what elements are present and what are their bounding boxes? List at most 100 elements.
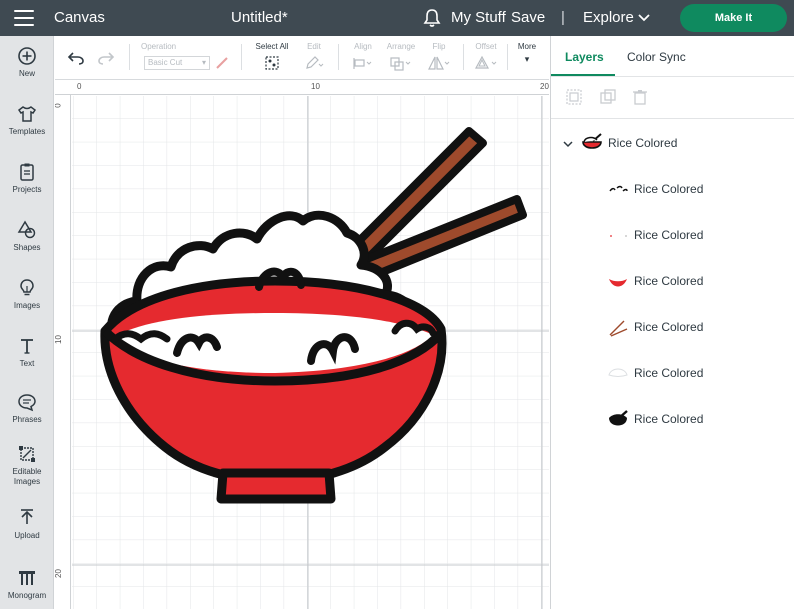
redo-icon[interactable]: [97, 51, 115, 65]
select-all-label: Select All: [255, 42, 289, 51]
layer-name: Rice Colored: [634, 366, 704, 380]
rail-item-phrases[interactable]: Phrases: [0, 392, 54, 425]
rail-label: Monogram: [7, 591, 47, 600]
tab-layers[interactable]: Layers: [565, 50, 604, 64]
more-label: More: [517, 42, 537, 51]
layer-name: Rice Colored: [634, 228, 704, 242]
layer-group-row[interactable]: Rice Colored: [551, 124, 794, 164]
layer-row[interactable]: Rice Colored: [551, 400, 794, 440]
select-all-icon: [265, 56, 279, 70]
flip-label: Flip: [432, 42, 446, 51]
chopsticks-icon: [609, 320, 628, 337]
align-group[interactable]: Align: [349, 42, 377, 71]
bowl-foot-shape: [216, 468, 336, 504]
tabs-divider: [551, 76, 794, 77]
bell-icon[interactable]: [423, 8, 441, 28]
arrange-icon: [390, 57, 411, 71]
rail-item-projects[interactable]: Projects: [0, 162, 54, 195]
rice-bowl-icon: [582, 133, 602, 149]
rice-lines-icon: [609, 185, 628, 192]
tab-color-sync[interactable]: Color Sync: [627, 50, 686, 64]
layer-row[interactable]: Rice Colored: [551, 354, 794, 394]
rail-item-new[interactable]: New: [0, 46, 54, 79]
edit-pencil-icon: [306, 56, 324, 69]
operation-label: Operation: [141, 42, 177, 51]
left-rail: New Templates Projects Shapes Images Tex…: [0, 36, 54, 609]
operation-group: Operation: [141, 42, 176, 52]
save-button[interactable]: Save: [511, 9, 545, 26]
flip-group[interactable]: Flip: [425, 42, 453, 71]
rice-bowl-artwork[interactable]: [55, 81, 549, 609]
rail-item-text[interactable]: Text: [0, 336, 54, 369]
rail-item-upload[interactable]: Upload: [0, 508, 54, 541]
pen-color-icon[interactable]: [215, 56, 229, 70]
white-rice-icon: [608, 368, 628, 377]
operation-select[interactable]: Basic Cut ▾: [144, 56, 210, 70]
rice-dots-icon: [610, 235, 627, 237]
toolbar-divider: [129, 44, 130, 70]
rail-label: Templates: [8, 127, 46, 136]
speech-bubble-icon: [18, 394, 36, 412]
rail-item-editable-images[interactable]: Editable Images: [0, 444, 54, 487]
rail-label: New: [18, 69, 35, 78]
undo-icon[interactable]: [67, 51, 85, 65]
rail-item-monogram[interactable]: Monogram: [0, 568, 54, 601]
duplicate-icon[interactable]: [599, 88, 617, 106]
top-bar: Canvas Untitled* My Stuff Save | Explore…: [0, 0, 794, 36]
trash-icon[interactable]: [631, 88, 649, 106]
offset-group[interactable]: Offset: [469, 42, 503, 71]
app-name: Canvas: [54, 9, 105, 26]
shapes-icon: [17, 220, 36, 239]
arrange-group[interactable]: Arrange: [383, 42, 419, 71]
dropdown-caret-icon: ▾: [201, 58, 206, 67]
editable-images-icon: [19, 446, 35, 462]
rail-item-images[interactable]: Images: [0, 278, 54, 311]
tools-divider: [551, 118, 794, 119]
lightbulb-icon: [20, 279, 34, 296]
layer-name: Rice Colored: [634, 274, 704, 288]
design-canvas[interactable]: 0 10 20 0 10 20: [55, 81, 549, 609]
edit-label: Edit: [307, 42, 321, 51]
edit-toolbar: Operation Basic Cut ▾ Select All Edit Al…: [55, 36, 549, 80]
clipboard-icon: [20, 163, 34, 181]
edit-group[interactable]: Edit: [302, 42, 326, 71]
group-icon[interactable]: [565, 88, 583, 106]
layer-row[interactable]: Rice Colored: [551, 170, 794, 210]
red-bowl-icon: [609, 279, 627, 287]
layer-row[interactable]: Rice Colored: [551, 308, 794, 348]
rail-item-shapes[interactable]: Shapes: [0, 220, 54, 253]
layer-name: Rice Colored: [634, 320, 704, 334]
my-stuff-link[interactable]: My Stuff: [451, 9, 506, 26]
rail-item-templates[interactable]: Templates: [0, 104, 54, 137]
document-title[interactable]: Untitled*: [231, 9, 288, 26]
more-caret-icon: ▾: [524, 54, 530, 64]
chevron-down-icon[interactable]: [637, 12, 651, 24]
align-label: Align: [354, 42, 372, 51]
rail-label: Projects: [12, 185, 42, 194]
black-outline-icon: [609, 410, 628, 426]
layers-panel: Layers Color Sync Rice Colored Rice Colo…: [550, 36, 794, 609]
operation-value: Basic Cut: [148, 58, 183, 67]
layer-name: Rice Colored: [608, 136, 678, 150]
offset-label: Offset: [475, 42, 497, 51]
select-all-group[interactable]: Select All: [252, 42, 292, 71]
monogram-icon: [19, 571, 35, 585]
make-it-button[interactable]: Make It: [680, 4, 787, 32]
toolbar-divider: [338, 44, 339, 70]
layer-name: Rice Colored: [634, 412, 704, 426]
topbar-separator: |: [561, 9, 565, 26]
toolbar-divider: [241, 44, 242, 70]
rail-label: Images: [13, 301, 41, 310]
chevron-down-icon[interactable]: [563, 139, 573, 149]
layer-row[interactable]: Rice Colored: [551, 262, 794, 302]
arrange-label: Arrange: [386, 42, 416, 51]
align-icon: [353, 58, 372, 69]
more-group[interactable]: More ▾: [513, 42, 541, 65]
rail-label: Editable Images: [12, 467, 42, 486]
flip-icon: [428, 56, 450, 70]
text-t-icon: [21, 339, 33, 354]
rail-label: Text: [19, 359, 35, 368]
layer-row[interactable]: Rice Colored: [551, 216, 794, 256]
hamburger-menu-icon[interactable]: [14, 10, 34, 26]
explore-menu[interactable]: Explore: [583, 9, 634, 26]
